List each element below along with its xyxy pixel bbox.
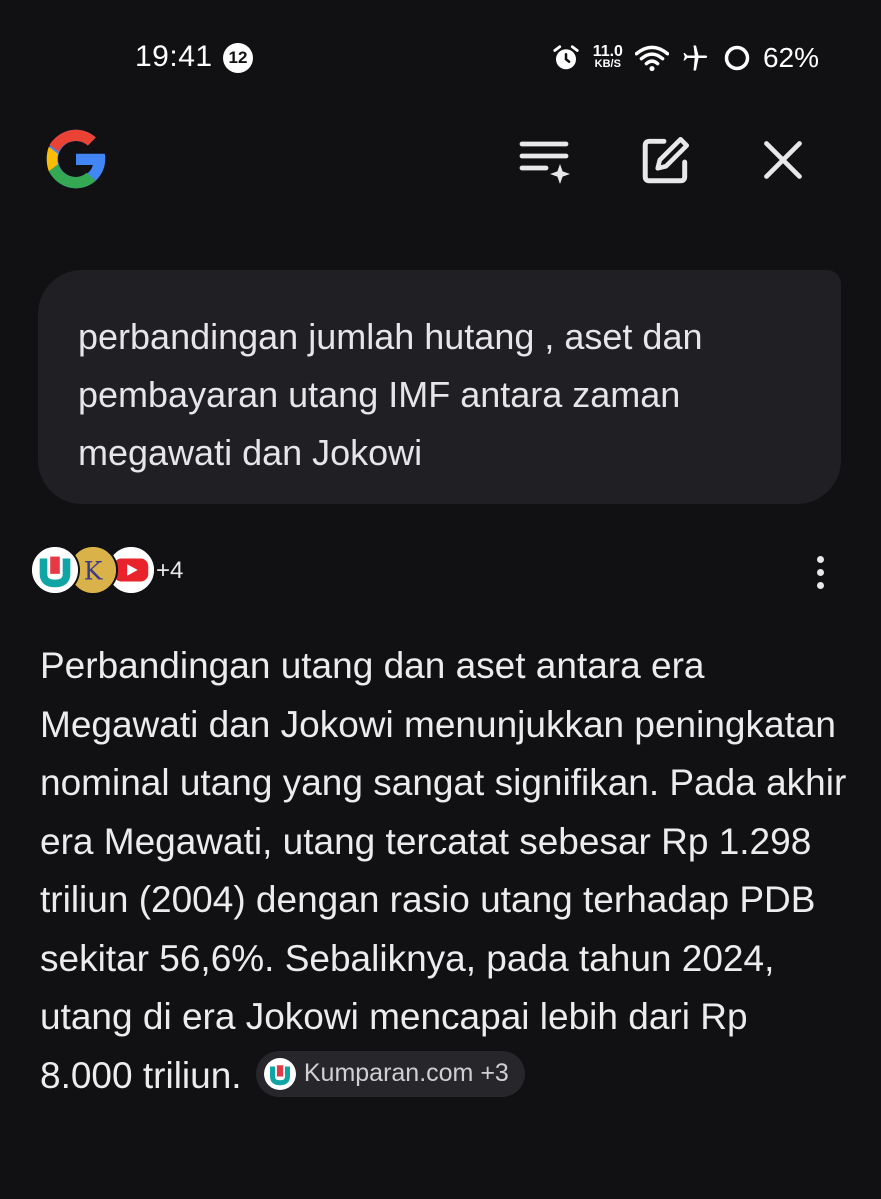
- citation-chip[interactable]: Kumparan.com +3: [255, 1050, 525, 1097]
- close-button[interactable]: [755, 132, 811, 188]
- network-speed: 11.0 KB/S: [592, 43, 623, 71]
- close-icon: [764, 141, 802, 179]
- status-right-icons: 11.0 KB/S 62%: [551, 38, 819, 78]
- battery-icon: [724, 45, 750, 71]
- answer-text: Perbandingan utang dan aset antara era M…: [40, 645, 847, 1096]
- ai-answer: Perbandingan utang dan aset antara era M…: [40, 637, 850, 1105]
- more-vert-dot: [816, 581, 824, 589]
- user-query-bubble: perbandingan jumlah hutang , aset dan pe…: [38, 270, 841, 504]
- status-bar: 19:41 12 11.0 KB/S 62%: [0, 0, 881, 110]
- status-time: 19:41: [135, 40, 213, 73]
- sources-row: K +4: [30, 545, 850, 599]
- source-avatar-kumparan[interactable]: [30, 545, 80, 595]
- citation-label: Kumparan.com +3: [303, 1059, 509, 1088]
- user-query-text: perbandingan jumlah hutang , aset dan pe…: [78, 316, 703, 473]
- edit-button[interactable]: [638, 132, 694, 188]
- alarm-icon: [553, 45, 579, 70]
- more-vert-dot: [816, 555, 824, 563]
- svg-text:K: K: [84, 557, 103, 586]
- history-icon: [519, 141, 570, 184]
- notification-count-badge: 12: [223, 43, 253, 73]
- sources-more-count[interactable]: +4: [156, 557, 183, 585]
- app-header: [0, 110, 881, 220]
- kumparan-logo-icon: [263, 1057, 296, 1090]
- battery-percentage: 62%: [762, 42, 819, 73]
- wifi-icon: [634, 45, 669, 72]
- history-button[interactable]: [518, 132, 574, 188]
- google-logo-icon[interactable]: [40, 123, 112, 195]
- airplane-icon: [683, 45, 708, 71]
- network-speed-value: 11.0: [592, 43, 623, 60]
- more-vert-dot: [816, 568, 824, 576]
- edit-icon: [642, 136, 690, 184]
- network-speed-unit: KB/S: [594, 58, 621, 70]
- more-options-button[interactable]: [806, 549, 834, 595]
- kumparan-logo-icon: [32, 547, 78, 593]
